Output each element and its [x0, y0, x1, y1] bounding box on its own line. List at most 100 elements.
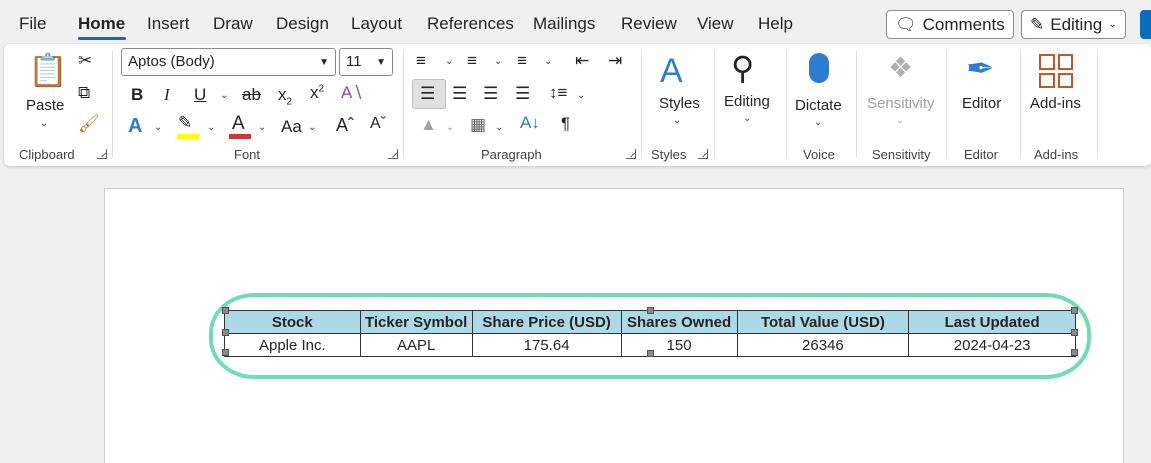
bullets-icon[interactable]: ≡	[416, 52, 426, 69]
comments-button[interactable]: 🗨 Comments	[886, 10, 1014, 39]
paste-chevron-icon[interactable]: ⌄	[40, 118, 48, 129]
tab-review[interactable]: Review	[621, 14, 677, 34]
paste-icon[interactable]: 📋	[28, 54, 68, 86]
addins-grid-icon[interactable]	[1039, 54, 1073, 88]
dictate-button-label[interactable]: Dictate	[795, 97, 842, 114]
justify-icon[interactable]: ☰	[515, 85, 530, 102]
tab-design[interactable]: Design	[276, 14, 329, 34]
text-effects-chevron-icon[interactable]: ⌄	[154, 122, 162, 133]
table-cell[interactable]: 175.64	[471, 333, 622, 357]
change-case-chevron-icon[interactable]: ⌄	[308, 122, 316, 133]
multilevel-list-icon[interactable]: ≡	[517, 52, 527, 69]
tab-view[interactable]: View	[697, 14, 734, 34]
tab-mailings[interactable]: Mailings	[533, 14, 595, 34]
align-left-icon[interactable]: ☰	[420, 85, 435, 102]
dictate-chevron-icon[interactable]: ⌄	[814, 117, 822, 128]
clipboard-dialog-launcher-icon[interactable]	[97, 149, 107, 159]
text-effects-icon[interactable]: A	[128, 116, 142, 136]
resize-handle[interactable]	[647, 350, 654, 357]
tab-draw[interactable]: Draw	[213, 14, 253, 34]
shading-icon[interactable]: ▲	[420, 116, 437, 133]
tab-layout[interactable]: Layout	[351, 14, 402, 34]
copy-icon[interactable]: ⧉	[78, 84, 90, 101]
table-cell[interactable]: 150	[620, 333, 738, 357]
editor-button-label[interactable]: Editor	[962, 95, 1001, 112]
table-header-cell[interactable]: Total Value (USD)	[736, 310, 910, 334]
resize-handle[interactable]	[222, 349, 229, 356]
tab-insert[interactable]: Insert	[147, 14, 190, 34]
tab-help[interactable]: Help	[758, 14, 793, 34]
font-color-chevron-icon[interactable]: ⌄	[258, 122, 266, 133]
subscript-icon[interactable]: x2	[278, 86, 292, 107]
borders-chevron-icon[interactable]: ⌄	[495, 122, 503, 133]
increase-indent-icon[interactable]: ⇥	[608, 52, 622, 69]
tab-file[interactable]: File	[19, 14, 46, 34]
table-cell[interactable]: 26346	[736, 333, 910, 357]
resize-handle[interactable]	[222, 329, 229, 336]
table-cell[interactable]: 2024-04-23	[908, 333, 1076, 357]
table-header-cell[interactable]: Ticker Symbol	[359, 310, 473, 334]
line-spacing-icon[interactable]: ↕≡	[549, 84, 567, 101]
shading-chevron-icon[interactable]: ⌄	[446, 122, 454, 133]
table-cell[interactable]: Apple Inc.	[224, 333, 361, 357]
font-size-value: 11	[346, 53, 362, 70]
resize-handle[interactable]	[1071, 349, 1078, 356]
font-color-icon[interactable]: A	[232, 114, 245, 133]
format-painter-icon[interactable]: 🖌	[78, 115, 100, 132]
tab-home[interactable]: Home	[78, 14, 125, 34]
addins-button-label[interactable]: Add-ins	[1030, 95, 1081, 112]
numbering-icon[interactable]: ≡	[467, 52, 477, 69]
resize-handle[interactable]	[647, 307, 654, 314]
share-button-edge[interactable]	[1140, 10, 1151, 39]
resize-handle[interactable]	[1071, 307, 1078, 314]
paragraph-dialog-launcher-icon[interactable]	[626, 149, 636, 159]
multilevel-list-chevron-icon[interactable]: ⌄	[544, 56, 552, 67]
clear-formatting-icon[interactable]: A∖	[341, 84, 363, 101]
styles-chevron-icon[interactable]: ⌄	[673, 115, 681, 126]
styles-dialog-launcher-icon[interactable]	[698, 149, 708, 159]
sort-icon[interactable]: A↓	[520, 114, 540, 131]
styles-icon[interactable]: A	[660, 54, 683, 88]
font-name-dropdown[interactable]: Aptos (Body) ▼	[121, 48, 336, 76]
highlight-chevron-icon[interactable]: ⌄	[207, 122, 215, 133]
editing-mode-button[interactable]: ✎ Editing ⌄	[1021, 10, 1126, 39]
numbering-chevron-icon[interactable]: ⌄	[494, 56, 502, 67]
table-header-cell[interactable]: Shares Owned	[620, 310, 738, 334]
microphone-icon[interactable]	[809, 53, 829, 83]
strikethrough-icon[interactable]: ab	[242, 86, 261, 103]
divider	[946, 50, 947, 158]
resize-handle[interactable]	[1071, 329, 1078, 336]
editor-pen-icon[interactable]: ✒	[966, 52, 995, 86]
cut-icon[interactable]: ✂	[78, 52, 92, 69]
font-size-dropdown[interactable]: 11 ▼	[339, 48, 393, 76]
superscript-icon[interactable]: x2	[310, 84, 324, 101]
underline-chevron-icon[interactable]: ⌄	[220, 90, 228, 101]
italic-icon[interactable]: I	[164, 86, 170, 103]
table-header-cell[interactable]: Last Updated	[908, 310, 1076, 334]
align-right-icon[interactable]: ☰	[483, 85, 498, 102]
underline-icon[interactable]: U	[194, 86, 206, 103]
paste-button-label[interactable]: Paste	[26, 97, 64, 114]
center-icon[interactable]: ☰	[452, 85, 467, 102]
highlighter-icon[interactable]: ✎	[178, 114, 192, 131]
decrease-indent-icon[interactable]: ⇤	[575, 52, 589, 69]
styles-button-label[interactable]: Styles	[659, 95, 700, 112]
bold-icon[interactable]: B	[131, 86, 143, 103]
tab-references[interactable]: References	[427, 14, 514, 34]
font-dialog-launcher-icon[interactable]	[388, 149, 398, 159]
ribbon: 📋 Paste ⌄ ✂ ⧉ 🖌 Clipboard Aptos (Body) ▼…	[4, 44, 1151, 166]
resize-handle[interactable]	[222, 307, 229, 314]
pilcrow-icon[interactable]: ¶	[561, 115, 570, 132]
line-spacing-chevron-icon[interactable]: ⌄	[577, 90, 585, 101]
table-header-cell[interactable]: Stock	[224, 310, 361, 334]
table-header-cell[interactable]: Share Price (USD)	[471, 310, 622, 334]
borders-icon[interactable]: ▦	[470, 116, 486, 133]
editing-chevron-icon[interactable]: ⌄	[743, 113, 751, 124]
editing-button-label[interactable]: Editing	[724, 93, 770, 110]
change-case-icon[interactable]: Aa	[281, 118, 302, 135]
search-icon[interactable]: ⚲	[731, 52, 754, 84]
shrink-font-icon[interactable]: Aˇ	[370, 116, 386, 132]
bullets-chevron-icon[interactable]: ⌄	[445, 56, 453, 67]
table-cell[interactable]: AAPL	[359, 333, 473, 357]
grow-font-icon[interactable]: Aˆ	[336, 116, 354, 134]
